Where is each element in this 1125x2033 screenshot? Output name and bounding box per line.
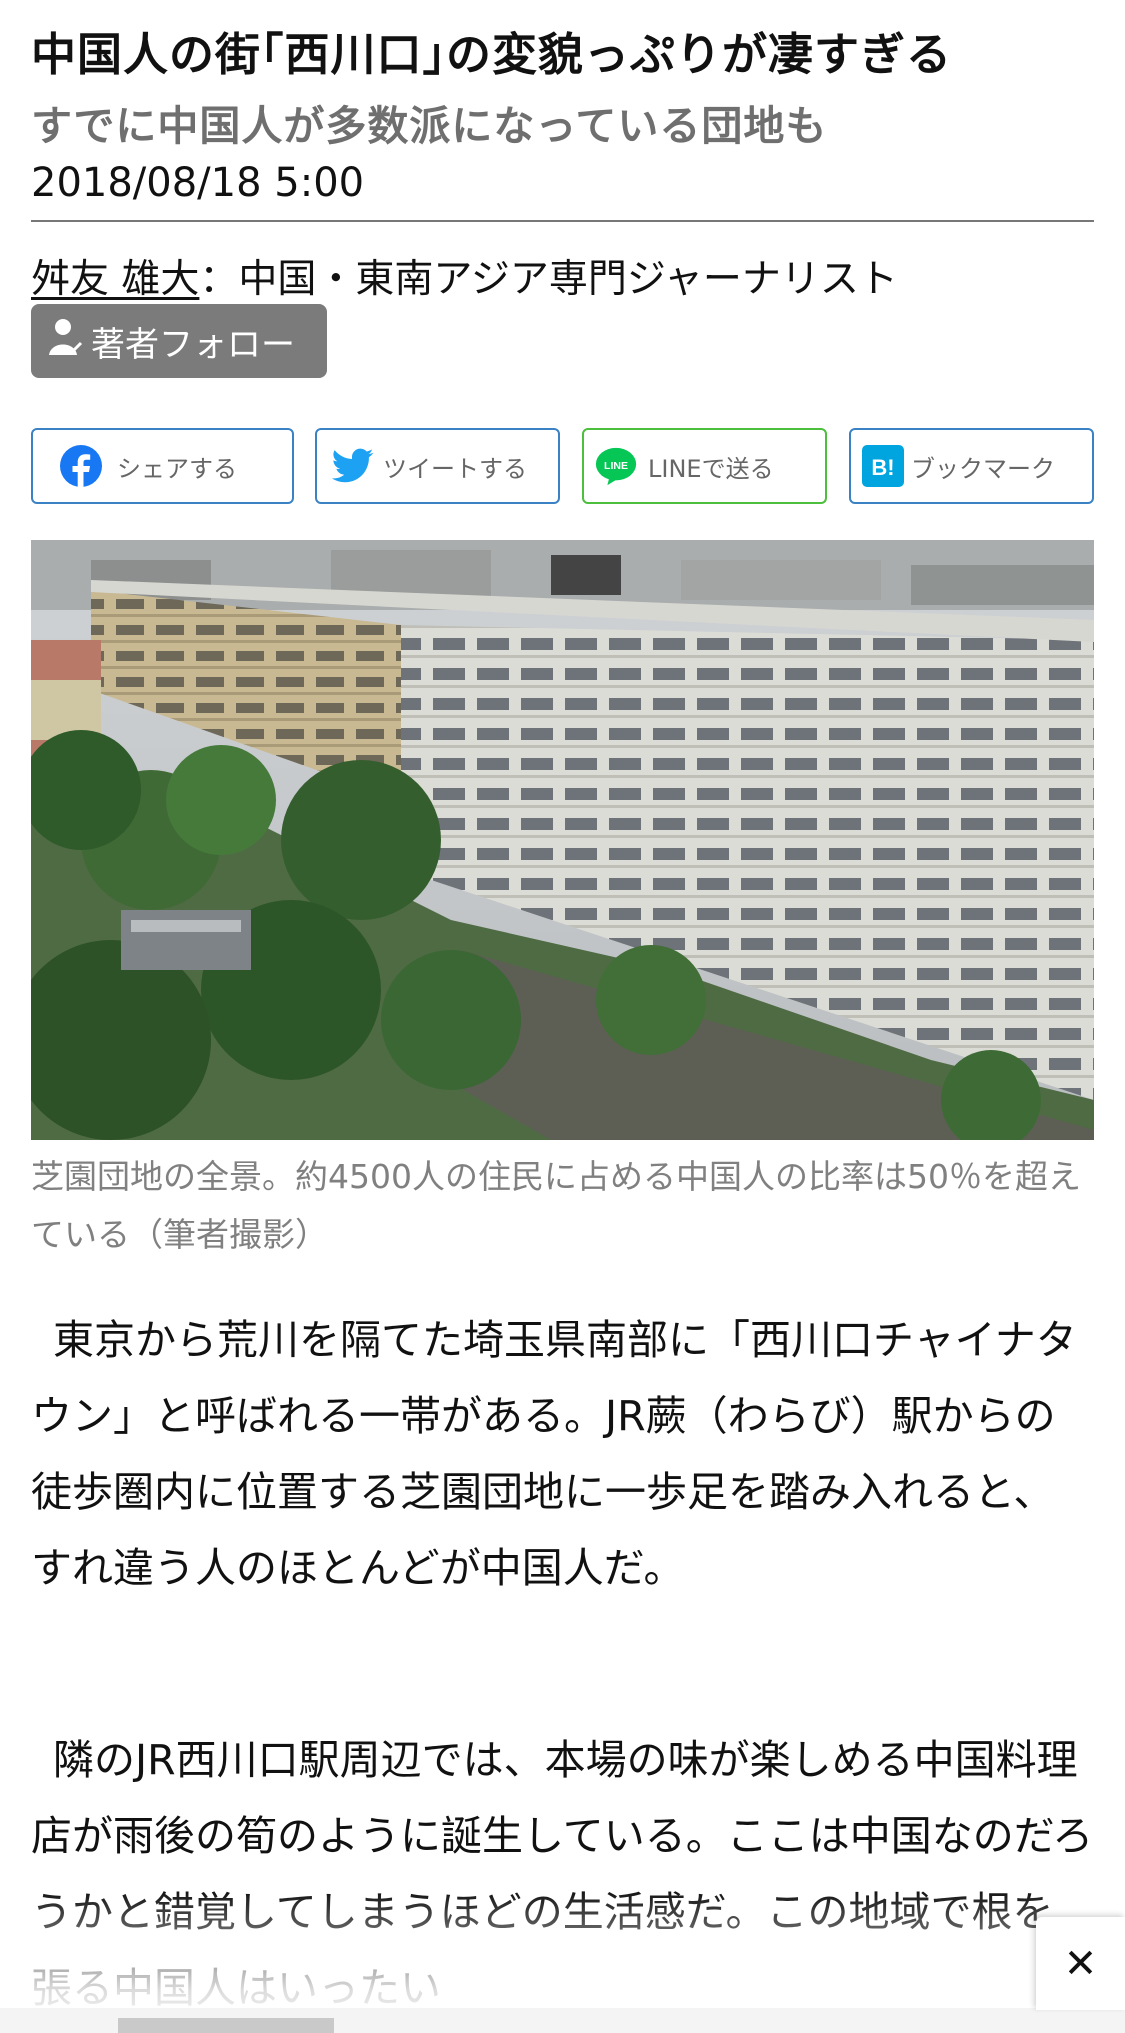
- article-photo: [31, 540, 1094, 1140]
- person-plus-icon: [47, 317, 91, 366]
- hatena-bookmark-icon: B!: [861, 444, 905, 488]
- header-divider: [31, 220, 1094, 222]
- author-role: ：中国・東南アジア専門ジャーナリスト: [199, 257, 898, 302]
- twitter-share-label: ツイートする: [383, 454, 527, 483]
- hatena-bookmark-button[interactable]: B! ブックマーク: [849, 428, 1094, 504]
- article-subtitle: すでに中国人が多数派になっている団地も: [31, 102, 828, 150]
- follow-button-label: 著者フォロー: [91, 324, 295, 365]
- ad-thumbnail[interactable]: [118, 2018, 334, 2033]
- close-overlay-button[interactable]: ✕: [1036, 1917, 1125, 2010]
- share-bar: シェアする ツイートする LINE LINEで送る B! ブックマーク: [31, 428, 1094, 504]
- line-share-label: LINEで送る: [648, 454, 774, 483]
- twitter-bird-icon: [331, 444, 375, 488]
- facebook-share-button[interactable]: シェアする: [31, 428, 294, 504]
- hatena-bookmark-label: ブックマーク: [911, 454, 1055, 483]
- facebook-icon: [59, 444, 103, 488]
- close-icon: ✕: [1063, 1940, 1098, 1987]
- body-paragraph-1: 東京から荒川を隔てた埼玉県南部に「西川口チャイナタウン」と呼ばれる一帯がある。J…: [31, 1302, 1094, 1606]
- twitter-share-button[interactable]: ツイートする: [315, 428, 560, 504]
- apartment-complex-photo: [31, 540, 1094, 1140]
- author-byline: 舛友 雄大：中国・東南アジア専門ジャーナリスト: [31, 248, 898, 304]
- photo-caption: 芝園団地の全景。約4500人の住民に占める中国人の比率は50％を超えている（筆者…: [31, 1157, 1081, 1254]
- article-title: 中国人の街｢西川口｣の変貌っぷりが凄すぎる: [31, 28, 953, 81]
- publish-date: 2018/08/18 5:00: [31, 160, 365, 206]
- line-share-button[interactable]: LINE LINEで送る: [582, 428, 827, 504]
- svg-text:LINE: LINE: [604, 460, 628, 472]
- body-paragraph-1-text: 東京から荒川を隔てた埼玉県南部に「西川口チャイナタウン」と呼ばれる一帯がある。J…: [31, 1316, 1077, 1592]
- facebook-share-label: シェアする: [117, 454, 237, 483]
- author-name-link[interactable]: 舛友 雄大: [31, 257, 199, 302]
- follow-author-button[interactable]: 著者フォロー: [31, 304, 327, 378]
- line-icon: LINE: [594, 444, 638, 488]
- svg-text:B!: B!: [871, 455, 894, 480]
